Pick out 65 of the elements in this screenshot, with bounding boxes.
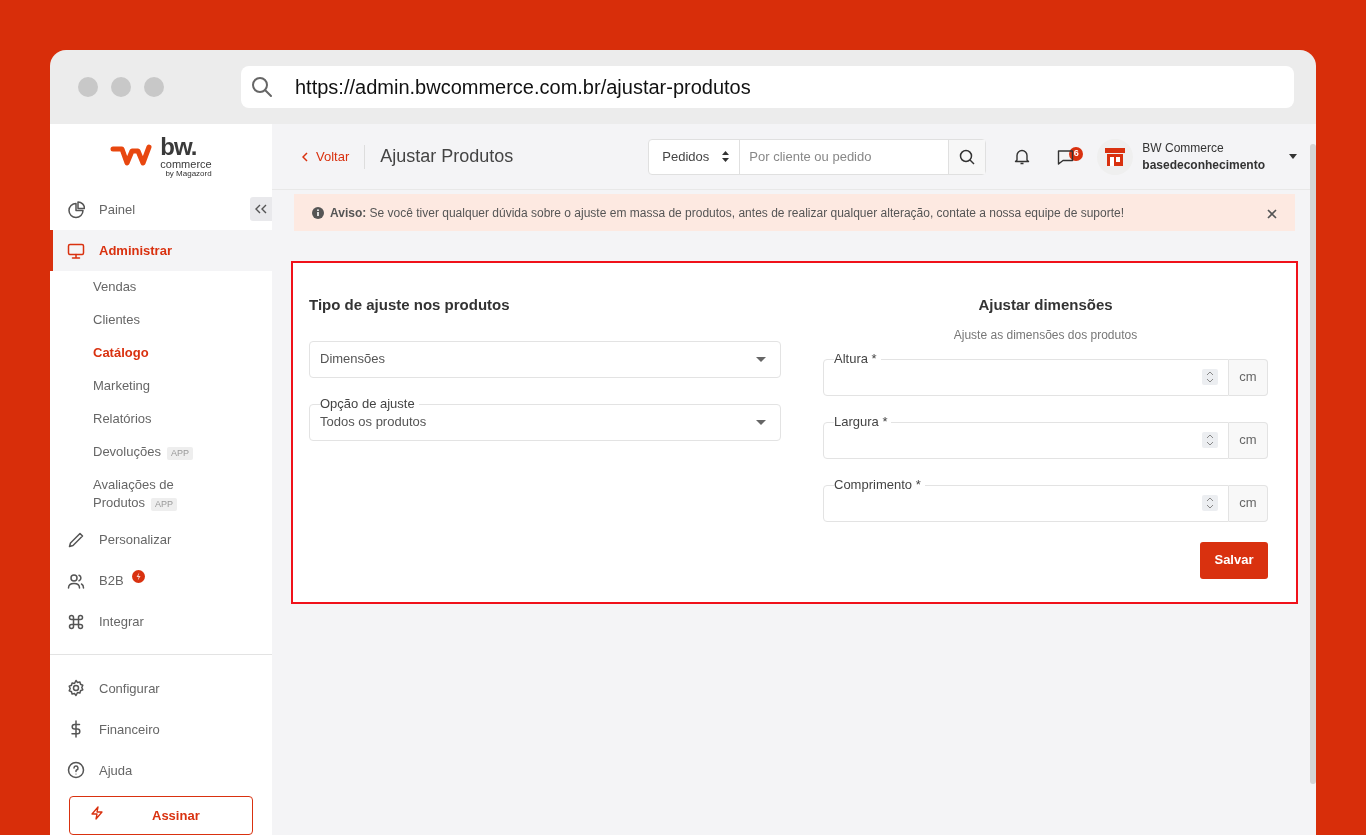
back-link[interactable]: Voltar — [302, 146, 350, 167]
sidebar-subitem[interactable]: Vendas — [50, 271, 220, 305]
help-icon — [67, 761, 85, 780]
messages-button[interactable] — [1057, 148, 1076, 165]
stepper-icon — [1206, 434, 1214, 446]
sidebar-item[interactable]: Personalizar — [50, 519, 272, 561]
scrollbar[interactable] — [1310, 144, 1316, 784]
unit-addon: cm — [1229, 421, 1268, 459]
unit-addon: cm — [1229, 484, 1268, 522]
stepper-icon — [1206, 497, 1214, 509]
command-icon — [67, 612, 85, 631]
address-bar[interactable]: https://admin.bwcommerce.com.br/ajustar-produtos — [241, 66, 1294, 108]
search-icon — [959, 148, 976, 165]
sidebar-subitem[interactable]: Relatórios — [50, 403, 220, 437]
pie-chart-icon — [67, 200, 85, 219]
sidebar-item[interactable]: Administrar — [50, 230, 272, 272]
sidebar-item[interactable]: B2B — [50, 560, 272, 602]
account-user: basedeconhecimento — [1142, 156, 1266, 174]
sidebar-item[interactable]: Financeiro — [50, 708, 272, 750]
users-icon — [67, 571, 85, 590]
stepper-icon — [1206, 371, 1214, 383]
app-badge: APP — [151, 498, 178, 512]
store-icon — [1104, 146, 1127, 167]
sidebar-item[interactable]: Integrar — [50, 601, 272, 642]
section-title: Tipo de ajuste nos produtos — [309, 295, 511, 315]
page-title: Ajustar Produtos — [380, 145, 514, 168]
section-subtitle: Ajuste as dimensões dos produtos — [952, 326, 1139, 344]
settings-icon — [67, 679, 85, 698]
chevron-left-icon — [302, 151, 308, 162]
caret-down-icon — [756, 356, 766, 362]
message-count-badge: 6 — [1069, 146, 1084, 161]
pencil-icon — [67, 530, 85, 549]
sidebar-subitem[interactable]: Clientes — [50, 304, 220, 338]
subscribe-button[interactable]: Assinar — [69, 795, 253, 835]
brand-logo[interactable]: bw. commerce by Magazord — [50, 124, 272, 190]
sort-caret-icon — [722, 151, 730, 162]
sidebar-item[interactable]: Configurar — [50, 667, 272, 709]
sidebar-subitem[interactable]: Catálogo — [50, 337, 220, 371]
unit-addon: cm — [1229, 358, 1268, 396]
notifications-button[interactable] — [1014, 148, 1031, 165]
save-button[interactable]: Salvar — [1200, 541, 1268, 579]
caret-down-icon — [756, 419, 766, 425]
info-icon — [312, 206, 324, 219]
close-icon — [1267, 208, 1277, 219]
sidebar-item[interactable]: Ajuda — [50, 749, 272, 791]
app-badge: APP — [166, 447, 193, 461]
collapse-sidebar-button[interactable] — [250, 197, 272, 222]
alert-text: Aviso: Se você tiver qualquer dúvida sobre o ajuste em massa de produtos, antes de realizar qualquer alteração, contate a nossa equipe de suporte! — [330, 204, 1126, 222]
type-select[interactable]: Dimensões — [309, 340, 781, 378]
account-name: BW Commerce — [1142, 139, 1225, 157]
monitor-icon — [67, 241, 85, 260]
sidebar-item[interactable]: Painel — [50, 189, 272, 231]
sidebar-subitem[interactable]: Avaliações de Produtos APP — [50, 469, 220, 520]
bell-icon — [1014, 148, 1031, 165]
chat-icon — [1057, 148, 1076, 165]
account-menu[interactable]: BW Commerce basedeconhecimento — [1097, 138, 1298, 175]
chevrons-left-icon — [255, 204, 267, 215]
search-button[interactable] — [948, 139, 986, 174]
search-icon — [251, 76, 273, 98]
search-field[interactable]: Pedidos Por cliente ou pedido — [648, 138, 987, 175]
caret-down-icon — [1289, 154, 1298, 159]
sidebar-subitem[interactable]: Marketing — [50, 370, 220, 404]
bolt-icon — [90, 805, 104, 820]
section-title: Ajustar dimensões — [977, 295, 1114, 315]
sidebar-subitem[interactable]: Devoluções APP — [50, 436, 220, 470]
